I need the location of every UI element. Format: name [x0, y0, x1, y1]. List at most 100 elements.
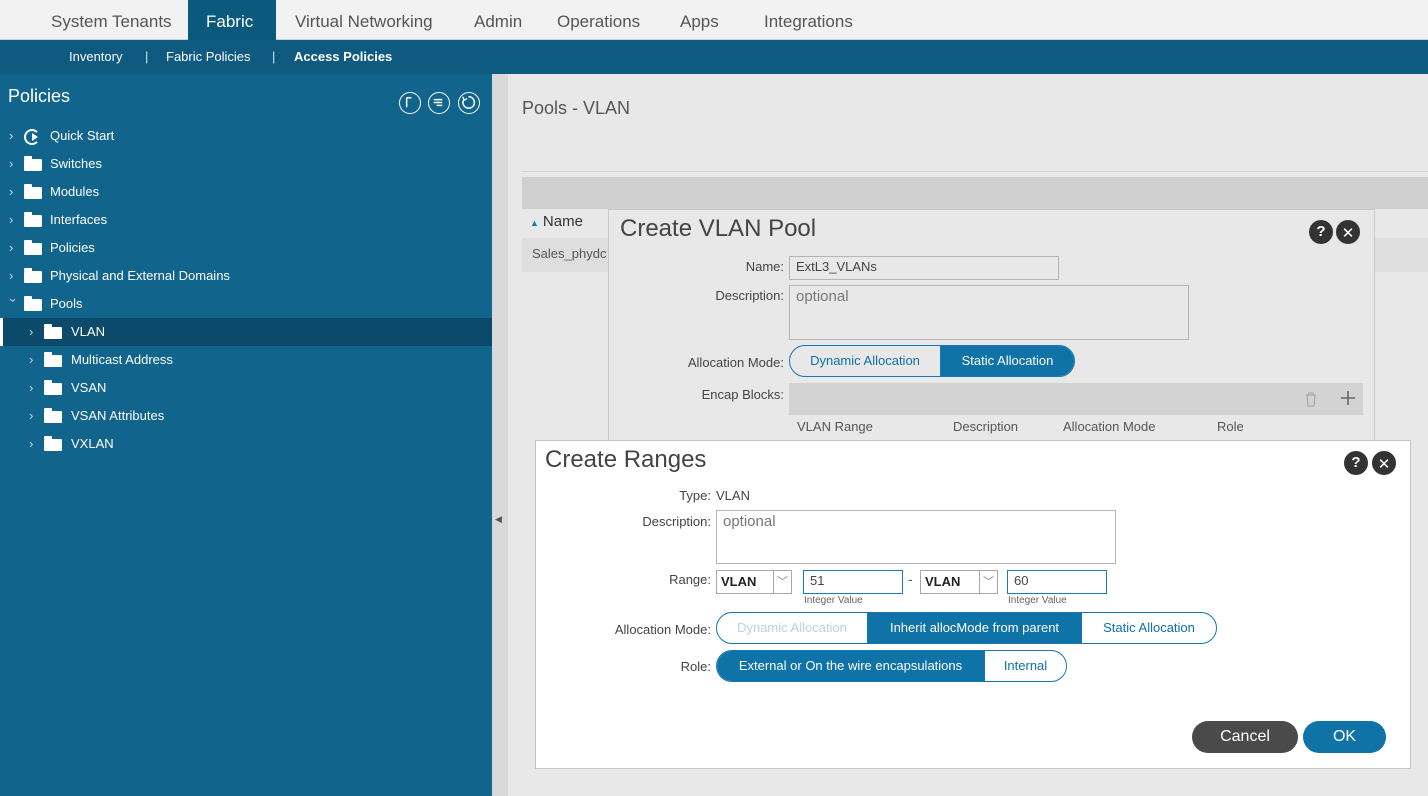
- chevron-right-icon: ›: [9, 268, 14, 283]
- dynamic-allocation-option[interactable]: Dynamic Allocation: [790, 346, 941, 376]
- sidebar-item-label: Policies: [50, 240, 95, 255]
- add-icon[interactable]: [1340, 390, 1356, 406]
- refresh-icon[interactable]: [458, 92, 480, 114]
- page-title: Pools - VLAN: [522, 98, 631, 118]
- tab-operations[interactable]: Operations: [545, 0, 652, 40]
- chevron-right-icon: ›: [9, 184, 14, 199]
- subnav-fabric-policies[interactable]: Fabric Policies: [166, 40, 251, 74]
- cancel-button[interactable]: Cancel: [1192, 721, 1298, 753]
- collapse-arrow-icon[interactable]: ◀: [495, 514, 502, 525]
- sidebar-item-quick-start[interactable]: › Quick Start: [0, 122, 492, 150]
- chevron-down-icon: ›: [6, 298, 21, 303]
- description-field[interactable]: optional: [716, 510, 1116, 564]
- folder-icon: [44, 324, 62, 339]
- sidebar-item-label: Quick Start: [50, 128, 115, 143]
- sidebar-item-modules[interactable]: › Modules: [0, 178, 492, 206]
- static-allocation-option[interactable]: Static Allocation: [1082, 613, 1216, 643]
- subnav-separator: |: [272, 49, 276, 64]
- table-toolbar: [522, 177, 1428, 209]
- sidebar-item-label: Multicast Address: [71, 352, 173, 367]
- static-allocation-option[interactable]: Static Allocation: [941, 346, 1074, 376]
- description-placeholder: optional: [723, 513, 776, 530]
- sidebar-item-interfaces[interactable]: › Interfaces: [0, 206, 492, 234]
- chevron-right-icon: ›: [29, 380, 34, 395]
- help-icon[interactable]: ?: [1344, 451, 1368, 475]
- sidebar-item-pools[interactable]: › Pools: [0, 290, 492, 318]
- folder-icon: [24, 212, 42, 227]
- sidebar-item-label: Pools: [50, 296, 83, 311]
- column-header-allocation-mode[interactable]: Allocation Mode: [1063, 419, 1156, 434]
- allocation-mode-label: Allocation Mode:: [614, 622, 711, 637]
- chevron-right-icon: ›: [29, 408, 34, 423]
- type-label: Type:: [679, 488, 711, 503]
- sidebar-item-physical-external-domains[interactable]: › Physical and External Domains: [0, 262, 492, 290]
- trash-icon[interactable]: [1304, 391, 1318, 407]
- chevron-right-icon: ›: [29, 436, 34, 451]
- sidebar-item-policies[interactable]: › Policies: [0, 234, 492, 262]
- sidebar-item-vsan-attributes[interactable]: › VSAN Attributes: [0, 402, 492, 430]
- ok-button[interactable]: OK: [1303, 721, 1386, 753]
- sidebar-item-switches[interactable]: › Switches: [0, 150, 492, 178]
- tab-tenants[interactable]: Tenants: [100, 0, 184, 40]
- type-value: VLAN: [716, 488, 750, 503]
- sidebar-item-vlan[interactable]: › VLAN: [0, 318, 492, 346]
- tab-virtual-networking[interactable]: Virtual Networking: [283, 0, 445, 40]
- sidebar-item-label: VXLAN: [71, 436, 114, 451]
- inherit-alloc-mode-option[interactable]: Inherit allocMode from parent: [868, 613, 1082, 643]
- folder-icon: [44, 408, 62, 423]
- folder-icon: [24, 296, 42, 311]
- sidebar-item-vsan[interactable]: › VSAN: [0, 374, 492, 402]
- tab-apps[interactable]: Apps: [668, 0, 731, 40]
- sub-navigation: Inventory | Fabric Policies | Access Pol…: [0, 40, 1428, 74]
- chevron-right-icon: ›: [29, 324, 34, 339]
- close-icon[interactable]: ✕: [1336, 220, 1360, 244]
- close-icon[interactable]: ✕: [1372, 451, 1396, 475]
- sidebar: Policies › Quick Start › Switches › Modu…: [0, 74, 492, 796]
- range-label: Range:: [669, 572, 711, 587]
- chevron-right-icon: ›: [9, 240, 14, 255]
- column-header-description[interactable]: Description: [953, 419, 1018, 434]
- internal-option[interactable]: Internal: [985, 651, 1066, 681]
- encap-blocks-toolbar: [789, 383, 1363, 415]
- name-field[interactable]: ExtL3_VLANs: [789, 256, 1059, 280]
- sidebar-item-label: Modules: [50, 184, 100, 199]
- sidebar-item-label: VSAN: [71, 380, 107, 395]
- column-header-name[interactable]: ▲ Name: [530, 213, 583, 230]
- sidebar-item-vxlan[interactable]: › VXLAN: [0, 430, 492, 458]
- sidebar-item-multicast-address[interactable]: › Multicast Address: [0, 346, 492, 374]
- range-from-input[interactable]: 51: [803, 570, 903, 594]
- sidebar-item-label: Interfaces: [50, 212, 108, 227]
- folder-icon: [44, 380, 62, 395]
- sidebar-resize-handle[interactable]: ◀: [492, 74, 508, 796]
- external-encapsulation-option[interactable]: External or On the wire encapsulations: [717, 651, 985, 681]
- tab-fabric[interactable]: Fabric: [188, 0, 276, 40]
- range-from-type-select[interactable]: VLAN ﹀: [716, 570, 792, 594]
- sidebar-item-label: VLAN: [71, 324, 105, 339]
- allocation-mode-toggle: Dynamic Allocation Static Allocation: [789, 345, 1075, 377]
- dialog-title: Create Ranges: [545, 446, 707, 473]
- sidebar-item-label: Physical and External Domains: [50, 268, 230, 283]
- dynamic-allocation-option[interactable]: Dynamic Allocation: [717, 613, 868, 643]
- chevron-right-icon: ›: [29, 352, 34, 367]
- create-ranges-dialog: Create Ranges ? ✕ Type: VLAN Description…: [535, 440, 1411, 769]
- column-header-role[interactable]: Role: [1217, 419, 1244, 434]
- column-header-vlan-range[interactable]: VLAN Range: [797, 419, 873, 434]
- top-navigation: System Tenants Fabric Virtual Networking…: [0, 0, 1428, 40]
- tab-admin[interactable]: Admin: [462, 0, 534, 40]
- description-field[interactable]: optional: [789, 285, 1189, 340]
- tab-integrations[interactable]: Integrations: [752, 0, 865, 40]
- quick-start-icon[interactable]: [399, 92, 421, 114]
- subnav-inventory[interactable]: Inventory: [69, 40, 122, 74]
- range-dash: -: [908, 571, 913, 587]
- range-to-type-select[interactable]: VLAN ﹀: [920, 570, 998, 594]
- sort-asc-icon: ▲: [530, 218, 539, 228]
- list-icon[interactable]: [428, 92, 450, 114]
- subnav-access-policies[interactable]: Access Policies: [294, 40, 392, 74]
- row-name: Sales_phydc: [532, 246, 607, 261]
- description-label: Description:: [642, 514, 711, 529]
- select-value: VLAN: [721, 574, 757, 589]
- range-to-hint: Integer Value: [1008, 595, 1067, 606]
- help-icon[interactable]: ?: [1309, 220, 1333, 244]
- range-to-input[interactable]: 60: [1007, 570, 1107, 594]
- role-label: Role:: [680, 659, 711, 674]
